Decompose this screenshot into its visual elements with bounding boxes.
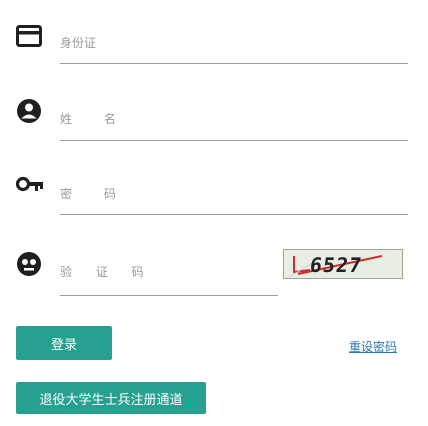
password-underline <box>60 214 408 215</box>
captcha-underline <box>60 295 278 296</box>
login-button[interactable]: 登录 <box>16 326 112 360</box>
password-row[interactable]: 密 码 <box>0 172 428 216</box>
name-underline <box>60 140 408 141</box>
id-card-label: 身份证 <box>60 36 97 50</box>
key-icon <box>16 176 46 206</box>
name-row[interactable]: 姓 名 <box>0 96 428 142</box>
password-label: 密 码 <box>60 187 130 201</box>
captcha-text: 6527 <box>308 253 364 277</box>
reset-password-link[interactable]: 重设密码 <box>349 338 397 355</box>
captcha-image[interactable]: 6527 <box>283 249 403 279</box>
veteran-register-button[interactable]: 退役大学生士兵注册通道 <box>16 382 206 414</box>
shield-icon <box>16 251 46 281</box>
user-circle-icon <box>16 98 46 128</box>
id-card-icon <box>16 25 46 55</box>
id-card-row[interactable]: 身份证 <box>0 22 428 64</box>
name-label: 姓 名 <box>60 112 130 126</box>
id-card-underline <box>60 63 408 64</box>
captcha-label: 验 证 码 <box>60 265 154 279</box>
